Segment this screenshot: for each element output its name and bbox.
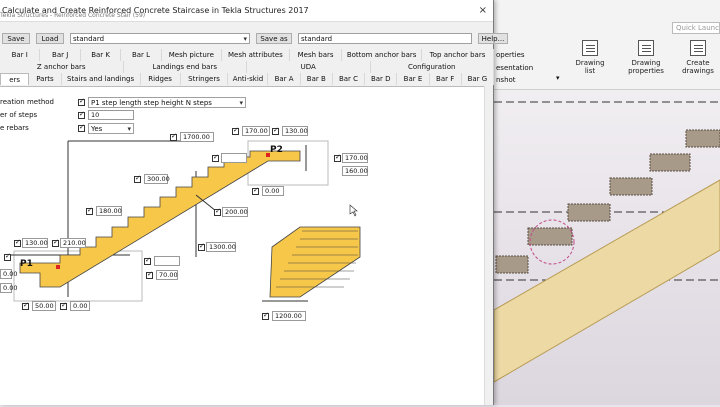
dim-50-checkbox[interactable] [22,301,29,310]
quick-launch-input[interactable]: Quick Launch [672,22,720,34]
dim-1300-checkbox[interactable] [198,242,205,251]
tab-bar-j[interactable]: Bar J [40,49,81,61]
tab-stringers[interactable]: Stringers [181,73,229,85]
dim-1700-field[interactable]: 1700.00 [180,132,214,142]
staircase-dialog[interactable]: Calculate and Create Reinforced Concrete… [0,0,508,405]
drawing-list-button[interactable]: Drawing list [570,40,610,75]
drawing-properties-button[interactable]: Drawing properties [624,40,668,75]
load-button[interactable]: Load [36,33,64,44]
toolbar: Save Load standard ▾ Save as standard He… [2,33,508,44]
tab-bottom-anchor-bars[interactable]: Bottom anchor bars [342,49,423,61]
dim-landing-b-checkbox[interactable] [144,256,151,265]
dim-130b-checkbox[interactable] [14,238,21,247]
tab-bar-i[interactable]: Bar I [0,49,41,61]
dim-170a-field[interactable]: 170.00 [242,126,270,136]
dim-180-checkbox[interactable] [86,206,93,215]
dim-0d-field[interactable]: 0.00 [70,301,90,311]
dim-210-checkbox[interactable] [52,238,59,247]
load-preset-select[interactable]: standard ▾ [70,33,250,44]
tab-row-1: Bar I Bar J Bar K Bar L Mesh picture Mes… [0,49,495,61]
drawing-properties-icon [638,40,654,56]
p1-marker [56,265,60,269]
mouse-cursor [349,204,358,217]
tab-bar-e[interactable]: Bar E [397,73,430,85]
create-drawings-icon [690,40,706,56]
ribbon-presentation-label[interactable]: esentation [496,64,533,72]
tab-mesh-bars[interactable]: Mesh bars [290,49,343,61]
save-as-button[interactable]: Save as [256,33,292,44]
create-drawings-button[interactable]: Create drawings [676,40,720,75]
close-icon[interactable]: × [479,5,487,16]
tab-bar-a[interactable]: Bar A [268,73,301,85]
ribbon-properties-label[interactable]: operties [496,51,525,59]
save-as-input[interactable]: standard [298,33,472,44]
dim-1200-field[interactable]: 1200.00 [272,311,306,321]
dim-0c-field[interactable]: 0.00 [0,283,17,293]
dim-1700-checkbox[interactable] [170,132,177,141]
parameters-panel: reation method P1 step length step heigh… [0,86,492,405]
dim-70-checkbox[interactable] [146,270,153,279]
dim-0a-checkbox[interactable] [252,186,259,195]
tab-anti-skid[interactable]: Anti-skid [228,73,269,85]
dim-300-checkbox[interactable] [134,174,141,183]
dim-50-field[interactable]: 50.00 [32,301,56,311]
help-button[interactable]: Help... [478,33,508,44]
dim-170a-checkbox[interactable] [232,126,239,135]
dim-170b-checkbox[interactable] [334,153,341,162]
tab-ridges[interactable]: Ridges [141,73,181,85]
model-view[interactable] [493,90,720,405]
tab-mesh-picture[interactable]: Mesh picture [162,49,222,61]
dim-landing-field[interactable] [221,153,247,163]
save-button[interactable]: Save [2,33,30,44]
tab-stairs-and-landings[interactable]: Stairs and landings [62,73,141,85]
dim-160-field[interactable]: 160.00 [342,166,368,176]
tab-top-anchor-bars[interactable]: Top anchor bars [422,49,495,61]
tab-bar-f[interactable]: Bar F [430,73,462,85]
chevron-down-icon[interactable]: ▾ [556,74,560,82]
dim-70-field[interactable]: 70.00 [156,270,178,280]
dim-130b-field[interactable]: 130.00 [22,238,48,248]
dim-0a-field[interactable]: 0.00 [262,186,284,196]
panel-scrollbar[interactable] [484,86,492,405]
dim-1300-field[interactable]: 1300.00 [206,242,236,252]
dim-0b-checkbox[interactable] [4,252,11,261]
dim-200-checkbox[interactable] [214,207,221,216]
dim-180-field[interactable]: 180.00 [96,206,122,216]
dim-130a-checkbox[interactable] [272,126,279,135]
dim-300-field[interactable]: 300.00 [144,174,170,184]
tab-landings-end-bars[interactable]: Landings end bars [124,61,247,73]
dim-1200-checkbox[interactable] [262,311,269,320]
tab-bar-k[interactable]: Bar K [81,49,122,61]
tab-bar-d[interactable]: Bar D [365,73,398,85]
chevron-down-icon: ▾ [243,35,247,43]
dim-landing-checkbox[interactable] [212,153,219,162]
tab-mesh-attributes[interactable]: Mesh attributes [222,49,290,61]
dim-170b-field[interactable]: 170.00 [342,153,368,163]
dim-0d-checkbox[interactable] [60,301,67,310]
dim-landing-b-field[interactable] [154,256,180,266]
tab-bar-c[interactable]: Bar C [333,73,366,85]
tab-z-anchor-bars[interactable]: Z anchor bars [0,61,124,73]
tab-bar-b[interactable]: Bar B [301,73,333,85]
drawing-list-icon [582,40,598,56]
tab-parts[interactable]: Parts [29,73,62,85]
tab-configuration[interactable]: Configuration [371,61,494,73]
tab-uda[interactable]: UDA [247,61,371,73]
dim-200-field[interactable]: 200.00 [222,207,248,217]
tab-bar-g[interactable]: Bar G [462,73,494,85]
ribbon-snapshot-label[interactable]: nshot [496,76,516,84]
point-p2-label: P2 [270,145,283,155]
dialog-subtitle: Tekla Structures - Reinforced Concrete S… [0,12,146,19]
tab-row-2: Z anchor bars Landings end bars UDA Conf… [0,61,494,73]
tab-bar-l[interactable]: Bar L [121,49,162,61]
tab-row-3: ers Parts Stairs and landings Ridges Str… [0,73,494,85]
model-3d-stair [493,101,720,383]
dim-130a-field[interactable]: 130.00 [282,126,308,136]
tab-parameters[interactable]: ers [0,73,30,85]
point-p1-label: P1 [20,259,33,269]
dim-210-field[interactable]: 210.00 [60,238,86,248]
dim-0b-field[interactable]: 0.00 [0,269,17,279]
dialog-title-bar[interactable]: Calculate and Create Reinforced Concrete… [0,0,493,22]
